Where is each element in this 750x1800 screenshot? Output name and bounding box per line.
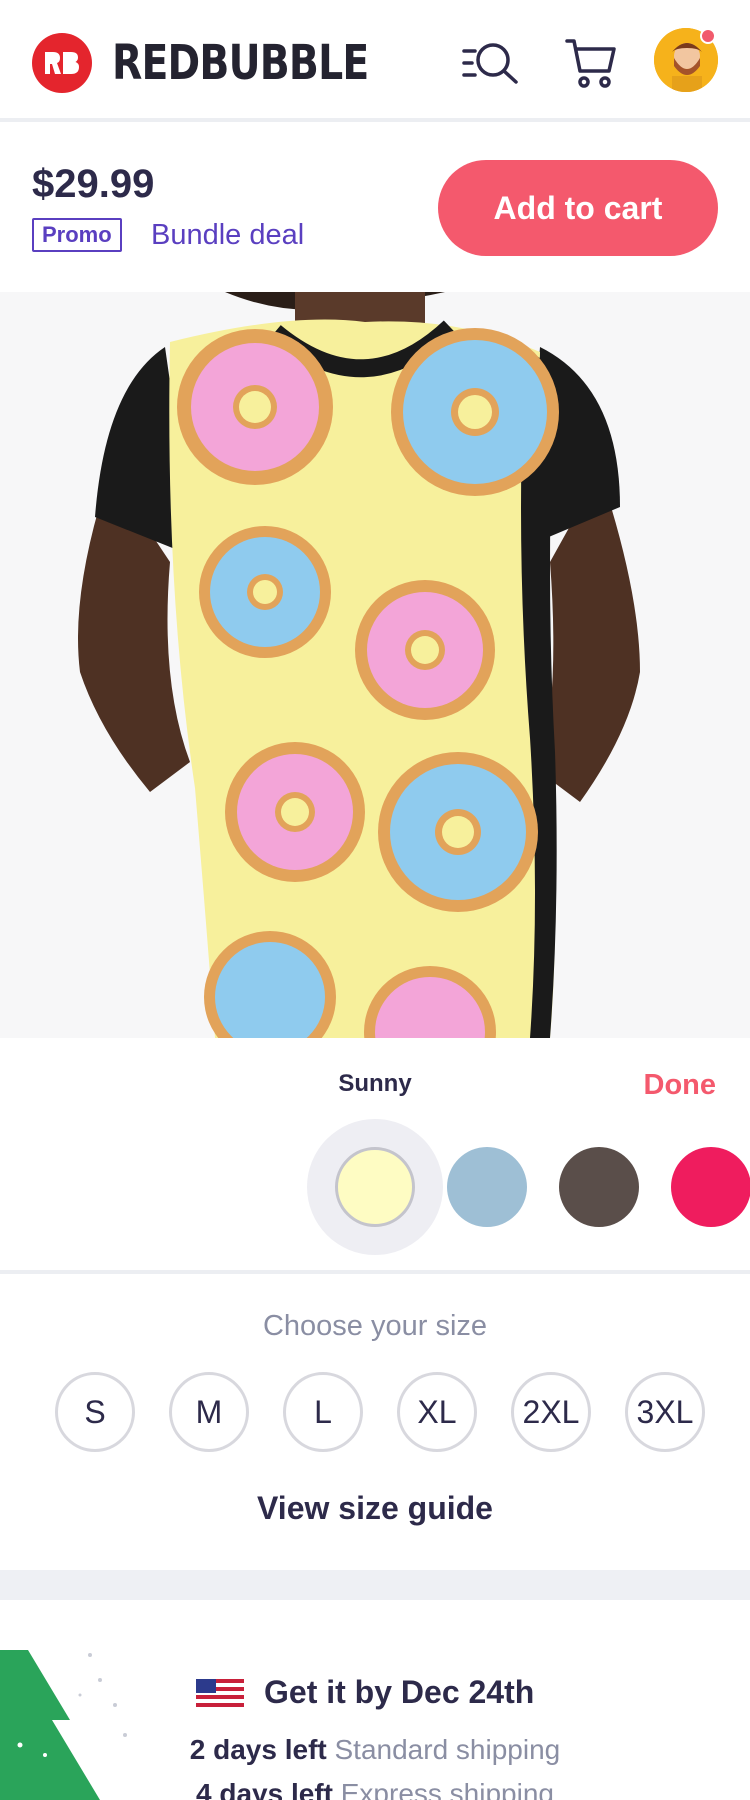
- shipping-info: Get it by Dec 24th 2 days left Standard …: [0, 1600, 750, 1800]
- size-guide-link[interactable]: View size guide: [0, 1490, 750, 1527]
- done-button[interactable]: Done: [644, 1069, 717, 1102]
- size-option-xl[interactable]: XL: [397, 1372, 477, 1452]
- redbubble-logo-icon: [32, 33, 92, 93]
- selected-color-name: Sunny: [338, 1070, 412, 1097]
- color-swatch-brown[interactable]: [559, 1147, 639, 1227]
- size-option-3xl[interactable]: 3XL: [625, 1372, 705, 1452]
- size-option-s[interactable]: S: [55, 1372, 135, 1452]
- color-swatch-blue[interactable]: [447, 1147, 527, 1227]
- color-swatch-sunny[interactable]: [335, 1147, 415, 1227]
- brand-name: REDBUBBLE: [112, 35, 369, 91]
- standard-shipping-label: Standard shipping: [334, 1734, 561, 1765]
- shipping-heading: Get it by Dec 24th: [196, 1674, 534, 1711]
- redbubble-logo[interactable]: REDBUBBLE: [32, 33, 425, 93]
- size-options: S M L XL 2XL 3XL: [55, 1372, 705, 1452]
- size-title: Choose your size: [262, 1310, 488, 1342]
- size-option-l[interactable]: L: [283, 1372, 363, 1452]
- color-swatch-pink[interactable]: [671, 1147, 750, 1227]
- price-bar: $29.99 Promo Bundle deal Add to cart: [0, 126, 750, 288]
- add-to-cart-button[interactable]: Add to cart: [438, 160, 718, 256]
- delivery-date: Get it by Dec 24th: [264, 1674, 535, 1710]
- express-shipping-label: Express shipping: [340, 1778, 554, 1800]
- product-image[interactable]: [0, 292, 750, 1038]
- app-header: REDBUBBLE: [0, 0, 750, 122]
- express-days-left: 4 days left: [196, 1778, 333, 1800]
- product-price: $29.99: [32, 162, 155, 206]
- standard-shipping-line: 2 days left Standard shipping: [0, 1734, 750, 1766]
- size-option-2xl[interactable]: 2XL: [511, 1372, 591, 1452]
- search-icon[interactable]: [460, 32, 522, 94]
- standard-days-left: 2 days left: [189, 1734, 327, 1765]
- cart-icon[interactable]: [560, 32, 622, 94]
- bundle-deal-link[interactable]: Bundle deal: [151, 219, 304, 252]
- express-shipping-line: 4 days left Express shipping: [0, 1778, 750, 1800]
- color-picker: Sunny Done: [0, 1038, 750, 1274]
- size-option-m[interactable]: M: [169, 1372, 249, 1452]
- size-picker: Choose your size S M L XL 2XL 3XL View s…: [0, 1278, 750, 1570]
- us-flag-icon: [196, 1678, 244, 1707]
- section-divider: [0, 1570, 750, 1600]
- promo-badge: Promo: [32, 218, 122, 252]
- notification-dot: [700, 28, 716, 44]
